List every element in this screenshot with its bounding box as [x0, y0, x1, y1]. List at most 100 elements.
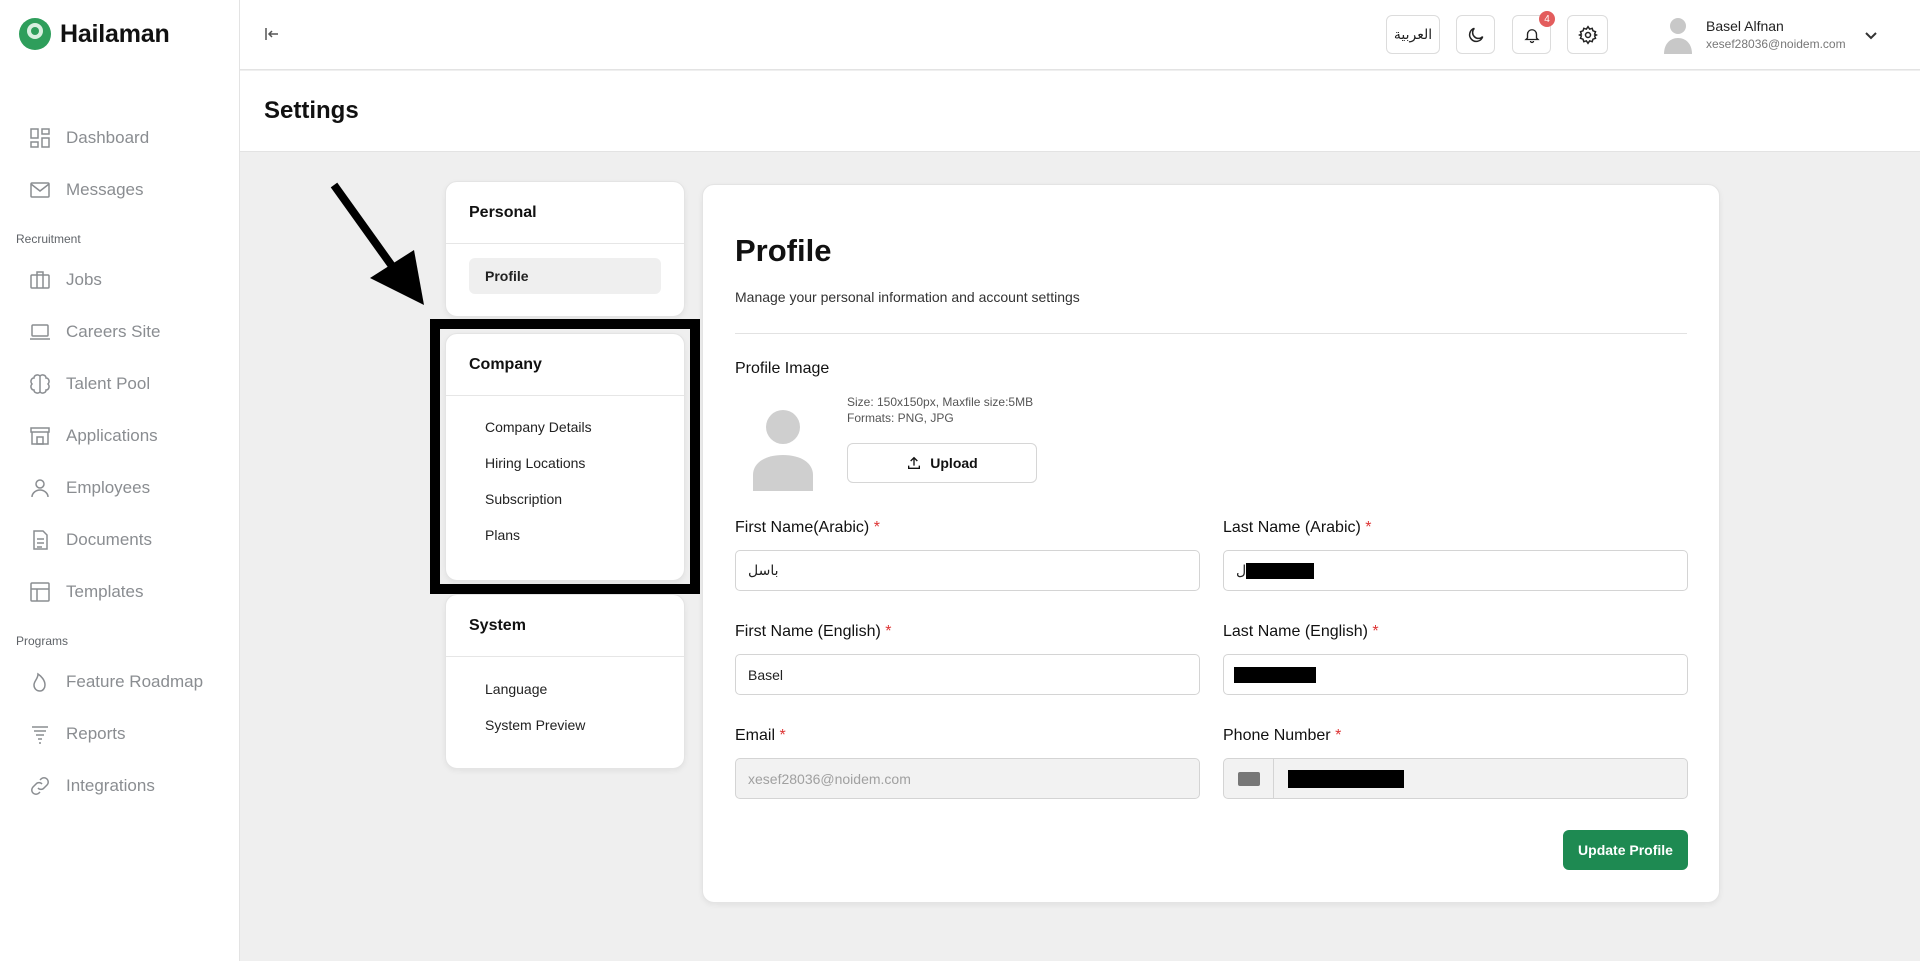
- sidebar-item-label: Integrations: [66, 776, 155, 795]
- filter-lines-icon: [32, 726, 48, 744]
- notification-badge: 4: [1539, 11, 1555, 27]
- settings-card-system: System Language System Preview: [445, 594, 685, 769]
- sidebar-item-talent-pool[interactable]: Talent Pool: [0, 358, 240, 410]
- country-code-selector[interactable]: [1224, 759, 1274, 798]
- mail-icon: [30, 182, 50, 198]
- user-menu[interactable]: Basel Alfnan xesef28036@noidem.com: [1660, 14, 1846, 54]
- required-mark: *: [779, 727, 786, 744]
- profile-subtitle: Manage your personal information and acc…: [735, 289, 1080, 305]
- settings-nav-system-preview[interactable]: System Preview: [469, 707, 661, 743]
- annotation-arrow: [330, 182, 424, 305]
- last-name-ar-value: ل: [1236, 562, 1247, 578]
- email-label: Email *: [735, 727, 786, 745]
- link-icon: [31, 777, 49, 795]
- sidebar-item-messages[interactable]: Messages: [0, 164, 240, 216]
- sidebar-item-careers-site[interactable]: Careers Site: [0, 306, 240, 358]
- template-icon: [30, 582, 50, 602]
- required-mark: *: [1335, 727, 1342, 744]
- first-name-en-label: First Name (English) *: [735, 623, 892, 641]
- sidebar-item-integrations[interactable]: Integrations: [0, 760, 240, 812]
- upload-label: Upload: [930, 455, 978, 471]
- flame-icon: [33, 672, 46, 692]
- language-toggle-button[interactable]: العربية: [1386, 15, 1440, 54]
- profile-image-placeholder: [753, 410, 813, 491]
- image-format-hint: Formats: PNG, JPG: [847, 411, 954, 425]
- nav-section-recruitment: Recruitment: [16, 232, 81, 246]
- sidebar-item-label: Templates: [66, 582, 144, 601]
- required-mark: *: [873, 519, 880, 536]
- sidebar-item-label: Documents: [66, 530, 152, 549]
- update-profile-button[interactable]: Update Profile: [1563, 830, 1688, 870]
- redacted-block: [1234, 666, 1316, 683]
- last-name-en-input[interactable]: [1223, 654, 1688, 695]
- profile-title: Profile: [735, 233, 832, 268]
- sidebar-item-label: Dashboard: [66, 128, 150, 147]
- sidebar: Hailaman Dashboard Messages Recruitment …: [0, 0, 240, 961]
- dashboard-icon: [30, 128, 50, 148]
- first-name-ar-label: First Name(Arabic) *: [735, 519, 880, 537]
- briefcase-icon: [30, 271, 50, 289]
- moon-icon: [1468, 27, 1483, 42]
- collapse-sidebar-icon[interactable]: [262, 24, 282, 44]
- last-name-ar-label: Last Name (Arabic) *: [1223, 519, 1372, 537]
- sidebar-item-label: Jobs: [66, 270, 102, 289]
- user-name: Basel Alfnan: [1706, 17, 1784, 34]
- notifications-button[interactable]: 4: [1512, 11, 1555, 54]
- required-mark: *: [1372, 623, 1379, 640]
- card-title-system: System: [446, 595, 684, 657]
- sidebar-item-label: Employees: [66, 478, 151, 497]
- sidebar-item-applications[interactable]: Applications: [0, 410, 240, 462]
- settings-nav-profile[interactable]: Profile: [469, 258, 661, 294]
- chevron-down-icon[interactable]: [1862, 26, 1880, 44]
- settings-card-personal: Personal Profile: [445, 181, 685, 317]
- last-name-ar-input[interactable]: ل: [1223, 550, 1688, 591]
- email-label-text: Email: [735, 727, 776, 744]
- redacted-block: [1246, 562, 1315, 579]
- brain-icon: [30, 374, 50, 394]
- settings-button[interactable]: [1567, 15, 1608, 54]
- sidebar-item-label: Feature Roadmap: [66, 672, 204, 691]
- sidebar-item-label: Applications: [66, 426, 158, 445]
- sidebar-item-employees[interactable]: Employees: [0, 462, 240, 514]
- profile-image-label: Profile Image: [735, 360, 830, 377]
- sidebar-item-label: Messages: [66, 180, 144, 199]
- sidebar-item-feature-roadmap[interactable]: Feature Roadmap: [0, 656, 240, 708]
- flag-icon: [1237, 771, 1260, 786]
- first-name-ar-input[interactable]: باسل: [735, 550, 1200, 591]
- divider: [735, 333, 1687, 334]
- profile-panel: Profile Manage your personal information…: [702, 184, 1720, 903]
- phone-label-text: Phone Number: [1223, 727, 1331, 744]
- sidebar-item-jobs[interactable]: Jobs: [0, 254, 240, 306]
- required-mark: *: [885, 623, 892, 640]
- sidebar-nav: Dashboard Messages Recruitment Jobs Care…: [0, 112, 240, 812]
- phone-field[interactable]: [1223, 758, 1688, 799]
- last-name-en-label-text: Last Name (English): [1223, 623, 1368, 640]
- first-name-ar-label-text: First Name(Arabic): [735, 519, 870, 536]
- annotation-highlight-box: [430, 319, 700, 594]
- sidebar-item-label: Talent Pool: [66, 374, 151, 393]
- theme-toggle-button[interactable]: [1456, 15, 1495, 54]
- upload-icon: [908, 456, 921, 469]
- last-name-ar-label-text: Last Name (Arabic): [1223, 519, 1361, 536]
- page-title: Settings: [264, 97, 359, 124]
- upload-button[interactable]: Upload: [847, 443, 1037, 483]
- sidebar-item-templates[interactable]: Templates: [0, 566, 240, 618]
- sidebar-item-dashboard[interactable]: Dashboard: [0, 112, 240, 164]
- sidebar-item-label: Reports: [66, 724, 126, 743]
- laptop-icon: [30, 324, 50, 340]
- sidebar-item-documents[interactable]: Documents: [0, 514, 240, 566]
- gear-icon: [1577, 24, 1598, 45]
- logo[interactable]: Hailaman: [18, 16, 170, 52]
- settings-nav-language[interactable]: Language: [469, 671, 661, 707]
- bell-icon: [1523, 28, 1540, 43]
- nav-section-programs: Programs: [16, 634, 69, 648]
- avatar: [1664, 18, 1692, 54]
- sidebar-item-reports[interactable]: Reports: [0, 708, 240, 760]
- app-name: Hailaman: [60, 19, 170, 48]
- email-field: xesef28036@noidem.com: [735, 758, 1200, 799]
- image-size-hint: Size: 150x150px, Maxfile size:5MB: [847, 395, 1034, 409]
- redacted-block: [1288, 769, 1404, 788]
- page-header: Settings: [240, 71, 1920, 152]
- document-icon: [33, 530, 48, 550]
- first-name-en-input[interactable]: Basel: [735, 654, 1200, 695]
